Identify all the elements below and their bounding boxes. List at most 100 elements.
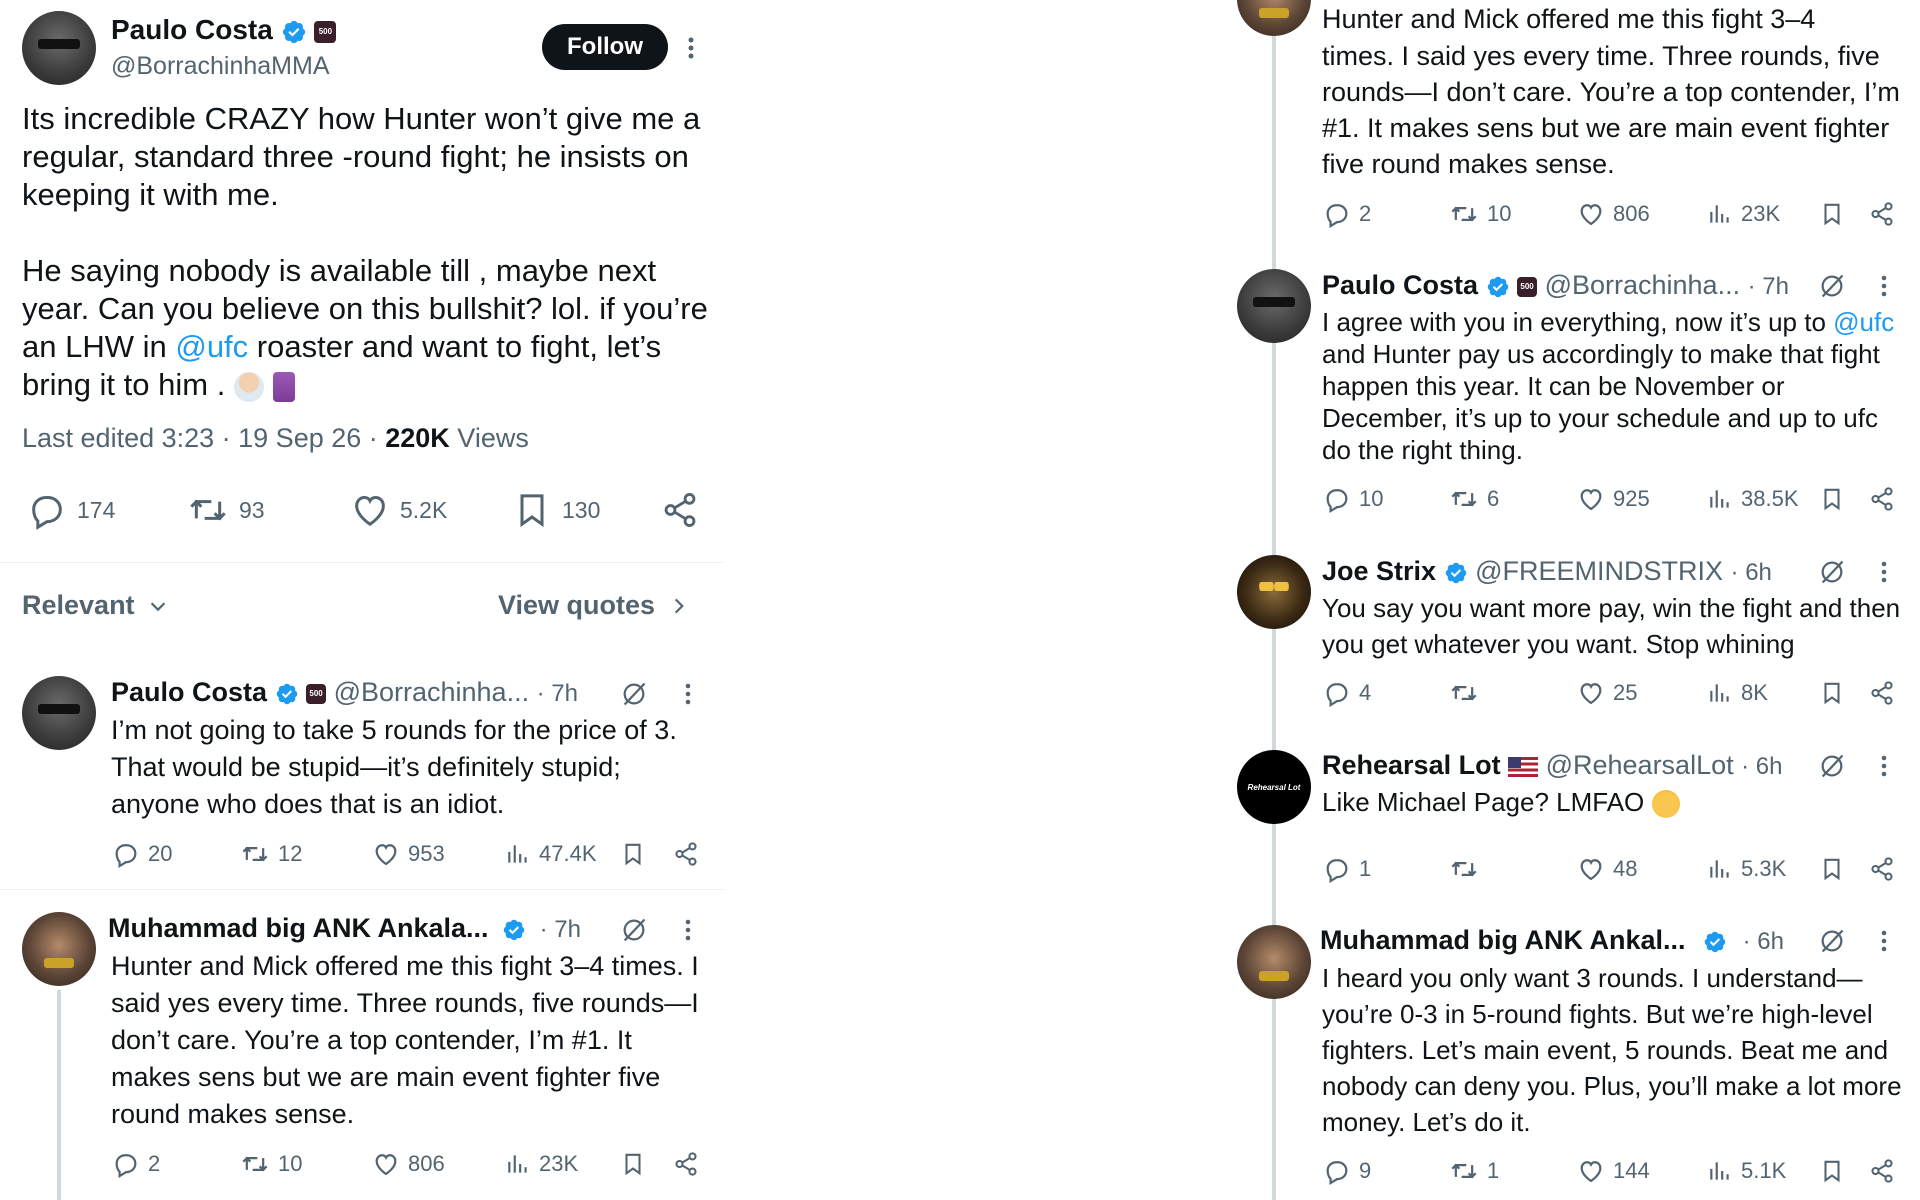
- views-button[interactable]: 47.4K: [505, 840, 597, 868]
- affiliate-badge[interactable]: 500: [1517, 276, 1538, 297]
- like-button[interactable]: 144: [1577, 1157, 1650, 1185]
- more-icon[interactable]: [1872, 556, 1896, 588]
- like-button[interactable]: 806: [372, 1150, 445, 1178]
- author-handle[interactable]: @Borrachinha...: [1545, 270, 1741, 300]
- repost-button[interactable]: 10: [1449, 200, 1511, 228]
- share-button[interactable]: [672, 840, 700, 868]
- reply-button[interactable]: 9: [1323, 1157, 1371, 1185]
- author-name[interactable]: Paulo Costa: [111, 677, 267, 707]
- author-handle[interactable]: @BorrachinhaMMA: [111, 52, 330, 81]
- bookmark-icon: [1824, 203, 1840, 226]
- timestamp[interactable]: · 7h: [537, 680, 578, 707]
- share-button[interactable]: [1868, 485, 1896, 513]
- grok-icon[interactable]: [618, 914, 650, 946]
- views-button[interactable]: 23K: [1707, 200, 1780, 228]
- more-icon[interactable]: [1872, 750, 1896, 782]
- avatar[interactable]: [1237, 925, 1311, 999]
- reply-button[interactable]: 1: [1323, 855, 1371, 883]
- reply-icon: [1326, 859, 1348, 883]
- author-handle[interactable]: @FREEMINDSTRIX: [1475, 556, 1723, 586]
- bookmark-button[interactable]: [1818, 855, 1846, 883]
- bookmark-button[interactable]: [1818, 485, 1846, 513]
- follow-button[interactable]: Follow: [542, 24, 668, 70]
- more-icon[interactable]: [1872, 925, 1896, 957]
- reply-button[interactable]: 2: [112, 1150, 160, 1178]
- timestamp[interactable]: · 6h: [1731, 559, 1772, 586]
- grok-icon[interactable]: [618, 678, 650, 710]
- share-button[interactable]: [672, 1150, 700, 1178]
- share-button[interactable]: [1868, 200, 1896, 228]
- share-button[interactable]: [1868, 679, 1896, 707]
- repost-button[interactable]: 93: [187, 490, 265, 530]
- reply-button[interactable]: 2: [1323, 200, 1371, 228]
- author-name[interactable]: Rehearsal Lot: [1322, 750, 1501, 780]
- bookmark-button[interactable]: [1818, 200, 1846, 228]
- views-button[interactable]: 5.1K: [1707, 1157, 1786, 1185]
- like-button[interactable]: 25: [1577, 679, 1637, 707]
- timestamp[interactable]: · 6h: [1743, 928, 1784, 955]
- more-icon[interactable]: [676, 678, 700, 710]
- grok-icon[interactable]: [1816, 750, 1848, 782]
- author-handle[interactable]: @Borrachinha...: [334, 677, 530, 707]
- repost-button[interactable]: 1: [1449, 1157, 1499, 1185]
- grok-icon[interactable]: [1816, 556, 1848, 588]
- share-button[interactable]: [1868, 855, 1896, 883]
- reply-button[interactable]: 174: [27, 490, 115, 530]
- avatar[interactable]: [22, 912, 96, 986]
- repost-button[interactable]: [1449, 679, 1487, 707]
- views-button[interactable]: 38.5K: [1707, 485, 1799, 513]
- avatar[interactable]: Rehearsal Lot: [1237, 750, 1311, 824]
- timestamp[interactable]: · 7h: [1748, 273, 1789, 300]
- like-button[interactable]: 48: [1577, 855, 1637, 883]
- mention-link[interactable]: @ufc: [1833, 307, 1894, 337]
- bookmark-button[interactable]: [1818, 1157, 1846, 1185]
- timestamp[interactable]: Last edited 3:23 · 19 Sep 26 ·: [22, 423, 385, 453]
- author-handle[interactable]: @RehearsalLot: [1546, 750, 1734, 780]
- reply-icon: [1326, 683, 1348, 707]
- avatar[interactable]: [22, 11, 96, 85]
- views-button[interactable]: 8K: [1707, 679, 1768, 707]
- repost-button[interactable]: 6: [1449, 485, 1499, 513]
- sort-dropdown[interactable]: Relevant: [22, 590, 169, 621]
- like-button[interactable]: 953: [372, 840, 445, 868]
- timestamp[interactable]: · 6h: [1741, 753, 1782, 780]
- avatar[interactable]: [1237, 555, 1311, 629]
- like-button[interactable]: 806: [1577, 200, 1650, 228]
- affiliate-badge[interactable]: 500: [314, 20, 337, 43]
- reply-button[interactable]: 20: [112, 840, 172, 868]
- avatar[interactable]: [1237, 0, 1311, 36]
- more-icon[interactable]: [1872, 270, 1896, 302]
- share-button[interactable]: [1868, 1157, 1896, 1185]
- shrug-emoji-icon: [233, 371, 264, 402]
- view-quotes-link[interactable]: View quotes: [498, 590, 689, 621]
- mention-link[interactable]: @ufc: [175, 329, 248, 364]
- repost-button[interactable]: 10: [240, 1150, 302, 1178]
- author-name[interactable]: Joe Strix: [1322, 556, 1436, 586]
- views-button[interactable]: 5.3K: [1707, 855, 1786, 883]
- repost-button[interactable]: [1449, 855, 1487, 883]
- bookmark-button[interactable]: [1818, 679, 1846, 707]
- reply-button[interactable]: 4: [1323, 679, 1371, 707]
- reply-button[interactable]: 10: [1323, 485, 1383, 513]
- avatar[interactable]: [22, 676, 96, 750]
- bookmark-button[interactable]: [619, 1150, 647, 1178]
- bookmark-button[interactable]: 130: [512, 490, 600, 530]
- share-button[interactable]: [660, 490, 700, 530]
- author-name[interactable]: Muhammad big ANK Ankala...: [108, 913, 489, 943]
- like-button[interactable]: 5.2K: [350, 490, 447, 530]
- grok-icon[interactable]: [1816, 270, 1848, 302]
- author-name[interactable]: Paulo Costa: [1322, 270, 1478, 300]
- views-button[interactable]: 23K: [505, 1150, 578, 1178]
- repost-button[interactable]: 12: [240, 840, 302, 868]
- affiliate-badge[interactable]: 500: [306, 683, 327, 704]
- views-icon: [1710, 684, 1729, 702]
- more-icon[interactable]: [676, 914, 700, 946]
- avatar[interactable]: [1237, 269, 1311, 343]
- author-name[interactable]: Muhammad big ANK Ankal...: [1320, 925, 1686, 955]
- grok-icon[interactable]: [1816, 925, 1848, 957]
- bookmark-button[interactable]: [619, 840, 647, 868]
- author-name[interactable]: Paulo Costa: [111, 14, 273, 45]
- timestamp[interactable]: · 7h: [540, 916, 581, 943]
- like-button[interactable]: 925: [1577, 485, 1650, 513]
- more-icon[interactable]: [676, 30, 706, 66]
